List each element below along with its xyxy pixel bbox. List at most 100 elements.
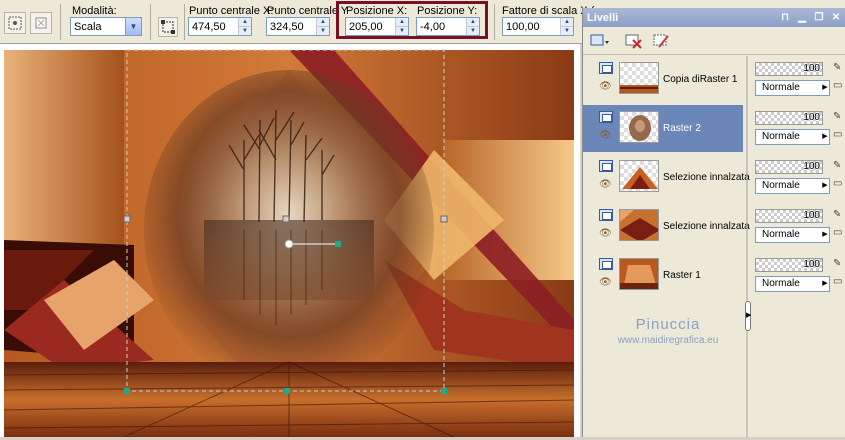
handle-center-top[interactable] bbox=[282, 215, 290, 223]
layer-row[interactable]: 👁 Selezione innalzata bbox=[583, 154, 750, 201]
mode-dropdown[interactable]: Scala ▼ bbox=[70, 17, 142, 36]
layers-titlebar[interactable]: Livelli ⊓ ▁ ❐ ✕ bbox=[583, 8, 845, 27]
layer-row[interactable]: 👁 Copia diRaster 1 bbox=[583, 56, 743, 103]
layer-row[interactable]: 👁 Selezione innalzata bbox=[583, 203, 750, 250]
scale-x-value: 100,00 bbox=[506, 20, 540, 33]
watermark-name: Pinuccia bbox=[635, 316, 701, 333]
reset-icon[interactable] bbox=[30, 12, 52, 34]
opacity-slider[interactable]: 100 bbox=[755, 209, 823, 223]
panel-splitter[interactable] bbox=[743, 56, 751, 437]
edit-layer-icon[interactable] bbox=[651, 31, 673, 51]
eye-icon[interactable]: 👁 bbox=[599, 229, 613, 239]
chevron-right-icon[interactable]: ▶ bbox=[821, 228, 829, 242]
layer-thumbnail bbox=[619, 111, 659, 143]
blend-mode-dropdown[interactable]: Normale bbox=[755, 227, 830, 243]
layers-list: 👁 Copia diRaster 1 👁 Raster 2 👁 Selezion… bbox=[583, 56, 750, 306]
opacity-slider[interactable]: 100 bbox=[755, 160, 823, 174]
toolbar-separator bbox=[150, 4, 151, 40]
link-icon[interactable]: ✎ bbox=[833, 258, 841, 269]
raster-layer-icon bbox=[599, 209, 613, 221]
show-grid-icon[interactable] bbox=[158, 17, 178, 37]
canvas-area[interactable] bbox=[0, 44, 580, 437]
blend-mode-dropdown[interactable]: Normale bbox=[755, 178, 830, 194]
handle-right[interactable] bbox=[440, 215, 448, 223]
minimize-icon[interactable]: ▁ bbox=[795, 11, 809, 25]
lock-icon[interactable]: ▭ bbox=[833, 80, 842, 91]
layer-thumbnail bbox=[619, 258, 659, 290]
layer-name: Selezione innalzata bbox=[663, 221, 750, 232]
scale-x-field[interactable]: 100,00 ▲ ▼ bbox=[502, 17, 574, 36]
lock-icon[interactable]: ▭ bbox=[833, 227, 842, 238]
layer-thumbnail bbox=[619, 62, 659, 94]
center-y-spinner[interactable]: ▲ ▼ bbox=[316, 18, 329, 35]
layer-name: Selezione innalzata bbox=[663, 172, 750, 183]
opacity-slider[interactable]: 100 bbox=[755, 258, 823, 272]
pos-y-label: Posizione Y: bbox=[417, 5, 478, 17]
opacity-value: 100 bbox=[803, 161, 820, 172]
link-icon[interactable]: ✎ bbox=[833, 62, 841, 73]
handle-bottom-left[interactable] bbox=[124, 388, 130, 394]
eye-icon[interactable]: 👁 bbox=[599, 180, 613, 190]
mode-label: Modalità: bbox=[72, 5, 117, 17]
eye-icon[interactable]: 👁 bbox=[599, 278, 613, 288]
pos-x-label: Posizione X: bbox=[346, 5, 408, 17]
raster-layer-icon bbox=[599, 111, 613, 123]
chevron-down-icon[interactable]: ▼ bbox=[125, 18, 141, 35]
layer-row-selected[interactable]: 👁 Raster 2 bbox=[583, 105, 743, 152]
center-x-spinner[interactable]: ▲ ▼ bbox=[238, 18, 251, 35]
opacity-slider[interactable]: 100 bbox=[755, 111, 823, 125]
chevron-right-icon[interactable]: ▶ bbox=[821, 81, 829, 95]
scale-x-spinner[interactable]: ▲ ▼ bbox=[560, 18, 573, 35]
opacity-value: 100 bbox=[803, 63, 820, 74]
deform-bounding-box[interactable] bbox=[0, 44, 580, 437]
blend-mode-dropdown[interactable]: Normale bbox=[755, 276, 830, 292]
opacity-value: 100 bbox=[803, 259, 820, 270]
pos-y-field[interactable]: -4,00 ▲ ▼ bbox=[416, 17, 480, 36]
raster-layer-icon bbox=[599, 258, 613, 270]
center-x-field[interactable]: 474,50 ▲ ▼ bbox=[188, 17, 252, 36]
pos-x-field[interactable]: 205,00 ▲ ▼ bbox=[345, 17, 409, 36]
pos-y-spinner[interactable]: ▲ ▼ bbox=[466, 18, 479, 35]
lock-icon[interactable]: ▭ bbox=[833, 129, 842, 140]
handle-left[interactable] bbox=[123, 215, 131, 223]
link-icon[interactable]: ✎ bbox=[833, 111, 841, 122]
center-y-field[interactable]: 324,50 ▲ ▼ bbox=[266, 17, 330, 36]
opacity-value: 100 bbox=[803, 112, 820, 123]
blend-mode-dropdown[interactable]: Normale bbox=[755, 80, 830, 96]
layer-props-row: 100 Normale ▶ ✎ ▭ bbox=[755, 160, 845, 200]
deform-tool-icon[interactable] bbox=[4, 12, 26, 34]
pos-x-spinner[interactable]: ▲ ▼ bbox=[395, 18, 408, 35]
center-x-value: 474,50 bbox=[192, 20, 226, 33]
pin-icon[interactable]: ⊓ bbox=[778, 11, 792, 25]
mode-value: Scala bbox=[74, 20, 102, 33]
new-layer-icon[interactable] bbox=[589, 31, 611, 51]
pos-y-value: -4,00 bbox=[420, 20, 446, 33]
link-icon[interactable]: ✎ bbox=[833, 160, 841, 171]
blend-mode-dropdown[interactable]: Normale bbox=[755, 129, 830, 145]
eye-icon[interactable]: 👁 bbox=[599, 131, 613, 141]
close-icon[interactable]: ✕ bbox=[829, 11, 843, 25]
layer-row[interactable]: 👁 Raster 1 bbox=[583, 252, 743, 299]
pivot-point[interactable] bbox=[284, 239, 294, 249]
raster-layer-icon bbox=[599, 160, 613, 172]
restore-icon[interactable]: ❐ bbox=[812, 11, 826, 25]
opacity-slider[interactable]: 100 bbox=[755, 62, 823, 76]
eye-icon[interactable]: 👁 bbox=[599, 82, 613, 92]
chevron-right-icon[interactable]: ▶ bbox=[821, 130, 829, 144]
raster-layer-icon bbox=[599, 62, 613, 74]
rotation-handle[interactable] bbox=[335, 241, 341, 247]
chevron-right-icon[interactable]: ▶ bbox=[821, 277, 829, 291]
delete-layer-icon[interactable] bbox=[623, 31, 645, 51]
watermark-site: www.maidiregrafica.eu bbox=[617, 335, 719, 346]
lock-icon[interactable]: ▭ bbox=[833, 178, 842, 189]
handle-bottom-right[interactable] bbox=[441, 388, 447, 394]
collapse-panel-button[interactable]: ▶ bbox=[745, 301, 751, 331]
layer-props-row: 100 Normale ▶ ✎ ▭ bbox=[755, 62, 845, 102]
layer-props-row: 100 Normale ▶ ✎ ▭ bbox=[755, 111, 845, 151]
chevron-right-icon[interactable]: ▶ bbox=[821, 179, 829, 193]
watermark: Pinuccia www.maidiregrafica.eu bbox=[593, 316, 743, 346]
layers-panel: Livelli ⊓ ▁ ❐ ✕ 👁 Copia diRaster 1 👁 Ras… bbox=[582, 8, 845, 437]
link-icon[interactable]: ✎ bbox=[833, 209, 841, 220]
handle-bottom-center[interactable] bbox=[284, 388, 290, 394]
lock-icon[interactable]: ▭ bbox=[833, 276, 842, 287]
